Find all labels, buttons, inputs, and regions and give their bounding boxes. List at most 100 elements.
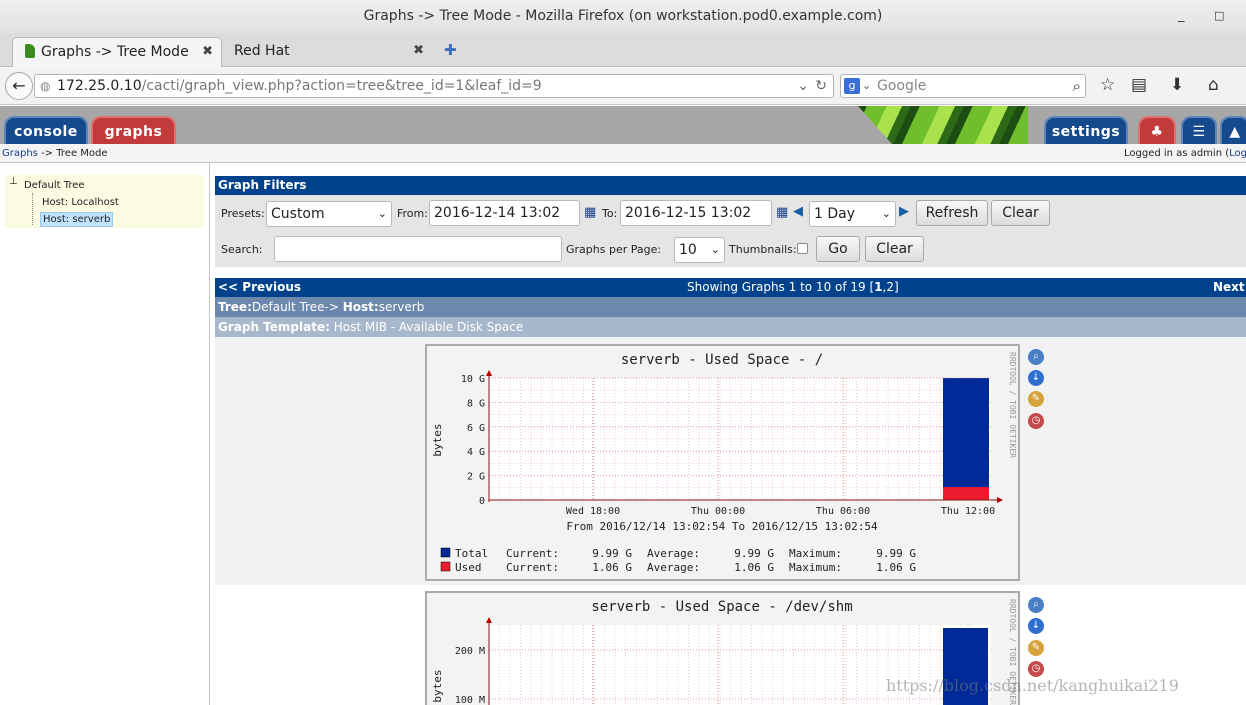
chevron-down-icon: ⌄ — [377, 207, 387, 220]
back-button[interactable]: ← — [5, 72, 33, 100]
edit-graph-icon[interactable]: ✎ — [1028, 640, 1044, 656]
breadcrumb-current: Tree Mode — [56, 148, 108, 159]
from-calendar-icon[interactable]: ▦ — [584, 205, 596, 220]
edit-graph-icon[interactable]: ✎ — [1028, 391, 1044, 407]
breadcrumb: Graphs -> Tree Mode Logged in as admin (… — [0, 144, 1246, 163]
maximize-button[interactable]: □ — [1214, 0, 1224, 32]
page-2-link[interactable]: 2 — [886, 280, 894, 294]
filter-search-input[interactable] — [274, 236, 562, 262]
legend-total-current-label: Current: — [506, 547, 559, 560]
legend-total-name: Total — [455, 547, 488, 560]
back-arrow-icon: ← — [12, 76, 26, 95]
series-used-area — [943, 487, 989, 500]
breadcrumb-separator: -> — [41, 148, 54, 159]
y-axis-arrow — [486, 370, 492, 376]
export-csv-icon[interactable]: ↓ — [1028, 370, 1044, 386]
to-date-input[interactable]: 2016-12-15 13:02 — [620, 200, 772, 226]
timespan-value: 1 Day — [814, 206, 856, 222]
legend-swatch-total — [440, 547, 451, 558]
tree-root[interactable]: Default Tree — [24, 180, 85, 191]
chevron-down-icon: ⌄ — [710, 243, 720, 256]
graphs-per-page-select[interactable]: 10 ⌄ — [674, 237, 725, 263]
next-link[interactable]: Next > — [1213, 278, 1246, 297]
reload-icon[interactable]: ↻ — [815, 75, 827, 97]
search-icon[interactable]: ⌕ — [1073, 75, 1081, 97]
time-shift-icon[interactable]: ◷ — [1028, 413, 1044, 429]
tree-item-serverb[interactable]: Host: serverb — [40, 212, 114, 227]
console-tab[interactable]: console — [4, 116, 88, 144]
previous-link[interactable]: << Previous — [218, 278, 301, 297]
graphs-tab[interactable]: graphs — [91, 116, 176, 144]
chart-subtitle: From 2016/12/14 13:02:54 To 2016/12/15 1… — [566, 520, 878, 533]
logged-in-text: Logged in as admin ( — [1124, 148, 1230, 159]
google-engine-icon[interactable]: g — [844, 78, 860, 94]
go-button[interactable]: Go — [816, 236, 860, 262]
graph-used-space-root[interactable]: serverb - Used Space - / bytes 10 G 8 G 6 … — [425, 344, 1020, 581]
y-tick-label: 8 G — [467, 398, 485, 409]
page-1-link[interactable]: 1 — [874, 280, 882, 294]
graph-tree: ⊥ Default Tree Host: Localhost Host: ser… — [5, 175, 204, 228]
legend-used-maximum: 1.06 G — [876, 561, 916, 574]
y-axis-label: bytes — [431, 423, 444, 456]
close-tab-icon[interactable]: ✖ — [202, 38, 213, 66]
legend-used-current: 1.06 G — [592, 561, 632, 574]
presets-select[interactable]: Custom ⌄ — [266, 201, 392, 227]
url-bar[interactable]: ◍ 172.25.0.10/cacti/graph_view.php?actio… — [34, 74, 834, 98]
bookmarks-list-icon[interactable]: ▤ — [1131, 75, 1147, 95]
thumbnails-label: Thumbnails: — [729, 243, 797, 256]
tree-collapse-icon[interactable]: ⊥ — [9, 176, 18, 187]
minimize-button[interactable]: _ — [1178, 0, 1185, 32]
chevron-down-icon[interactable]: ⌄ — [862, 75, 871, 97]
to-calendar-icon[interactable]: ▦ — [776, 205, 788, 220]
url-host: 172.25.0.10 — [57, 78, 142, 94]
presets-value: Custom — [271, 206, 325, 222]
shift-left-icon[interactable]: ◀ — [793, 204, 803, 219]
watermark-text: https://blog.csdn.net/kanghuikai219 — [886, 676, 1179, 695]
x-tick-label: Thu 06:00 — [816, 506, 870, 517]
settings-tab[interactable]: settings — [1044, 116, 1128, 144]
pagination-bar: << Previous Showing Graphs 1 to 10 of 19… — [215, 278, 1246, 297]
tab-red-hat[interactable]: Red Hat ✖ — [222, 37, 432, 67]
clear-search-button[interactable]: Clear — [865, 236, 924, 262]
legend-used-maximum-label: Maximum: — [789, 561, 842, 574]
history-dropdown-icon[interactable]: ⌄ — [797, 75, 809, 97]
tab-graphs-tree-mode[interactable]: Graphs -> Tree Mode ✖ — [12, 37, 222, 67]
breadcrumb-graphs-link[interactable]: Graphs — [2, 148, 38, 159]
tab-label: Red Hat — [234, 43, 290, 59]
tab-strip: Graphs -> Tree Mode ✖ Red Hat ✖ ✚ — [0, 33, 1246, 67]
home-icon[interactable]: ⌂ — [1208, 75, 1219, 95]
search-bar[interactable]: g ⌄ Google ⌕ — [840, 74, 1086, 98]
search-label: Search: — [221, 243, 263, 256]
export-csv-icon[interactable]: ↓ — [1028, 618, 1044, 634]
list-icon: ☰ — [1192, 124, 1206, 140]
url-path: /cacti/graph_view.php?action=tree&tree_i… — [141, 78, 542, 94]
list-view-tab[interactable]: ☰ — [1181, 116, 1217, 144]
from-date-input[interactable]: 2016-12-14 13:02 — [429, 200, 580, 226]
logout-link[interactable]: Logo — [1229, 148, 1246, 159]
new-tab-icon[interactable]: ✚ — [444, 41, 457, 59]
graph-template-label: Graph Template: — [218, 320, 330, 334]
tree-path-value: Default Tree-> — [251, 300, 343, 314]
legend-total-maximum: 9.99 G — [876, 547, 916, 560]
tree-item-localhost[interactable]: Host: Localhost — [42, 197, 119, 208]
preview-view-tab[interactable]: ▲ — [1220, 116, 1246, 144]
tree-icon: ♣ — [1150, 124, 1164, 140]
close-tab-icon[interactable]: ✖ — [413, 37, 424, 65]
clear-button[interactable]: Clear — [991, 200, 1050, 226]
zoom-graph-icon[interactable]: ⌕ — [1028, 597, 1044, 613]
tree-view-tab[interactable]: ♣ — [1138, 116, 1176, 144]
zoom-graph-icon[interactable]: ⌕ — [1028, 349, 1044, 365]
tree-pane: ⊥ Default Tree Host: Localhost Host: ser… — [0, 163, 210, 705]
timespan-select[interactable]: 1 Day ⌄ — [809, 201, 896, 227]
shift-right-icon[interactable]: ▶ — [899, 204, 909, 219]
bookmark-star-icon[interactable]: ☆ — [1100, 75, 1115, 95]
time-shift-icon[interactable]: ◷ — [1028, 661, 1044, 677]
legend-used-current-label: Current: — [506, 561, 559, 574]
thumbnails-checkbox[interactable] — [797, 243, 808, 254]
tree-path-bar: Tree:Default Tree-> Host:serverb — [215, 297, 1246, 317]
download-icon[interactable]: ⬇ — [1170, 75, 1184, 95]
refresh-button[interactable]: Refresh — [916, 200, 988, 226]
graph-filters: Presets: Custom ⌄ From: 2016-12-14 13:02 … — [215, 195, 1246, 267]
chart-title: serverb - Used Space - / — [621, 352, 823, 368]
tree-path-label: Tree: — [218, 300, 252, 314]
